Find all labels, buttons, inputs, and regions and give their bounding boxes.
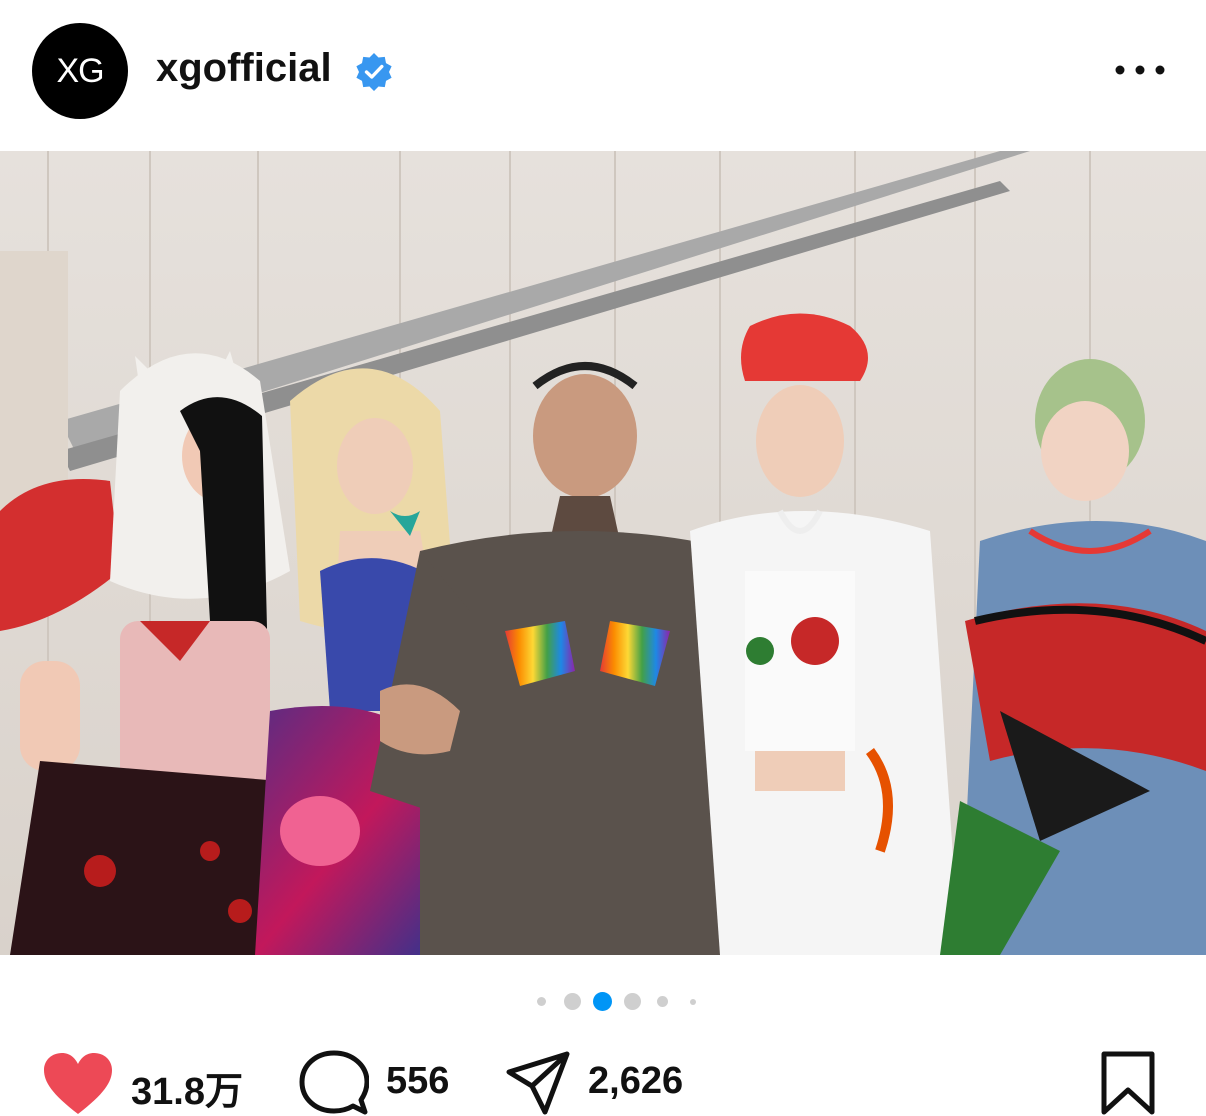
carousel-dot-active: [593, 992, 612, 1011]
avatar-logo-text: XG: [56, 51, 104, 90]
carousel-dot: [537, 997, 546, 1006]
carousel-indicator: [0, 990, 1206, 1012]
heart-icon[interactable]: [42, 1052, 114, 1116]
carousel-dot: [624, 993, 641, 1010]
post-photo[interactable]: [0, 151, 1206, 955]
like-count[interactable]: 31.8万: [131, 1060, 243, 1115]
post-actions-bar: 31.8万 556 2,626: [0, 1040, 1206, 1116]
post-header: XG xgofficial: [0, 0, 1206, 150]
username-link[interactable]: xgofficial: [156, 46, 332, 91]
more-options-icon[interactable]: [1112, 52, 1168, 88]
paper-plane-icon[interactable]: [505, 1050, 571, 1116]
bookmark-icon[interactable]: [1100, 1050, 1156, 1116]
carousel-dot: [690, 999, 696, 1005]
profile-avatar[interactable]: XG: [32, 23, 128, 119]
group-photo-illustration: [0, 151, 1206, 955]
share-count[interactable]: 2,626: [588, 1060, 683, 1103]
comment-count[interactable]: 556: [386, 1060, 449, 1103]
comment-bubble-icon[interactable]: [299, 1050, 369, 1116]
carousel-dot: [657, 996, 668, 1007]
verified-badge-icon: [356, 53, 392, 91]
carousel-dot: [564, 993, 581, 1010]
